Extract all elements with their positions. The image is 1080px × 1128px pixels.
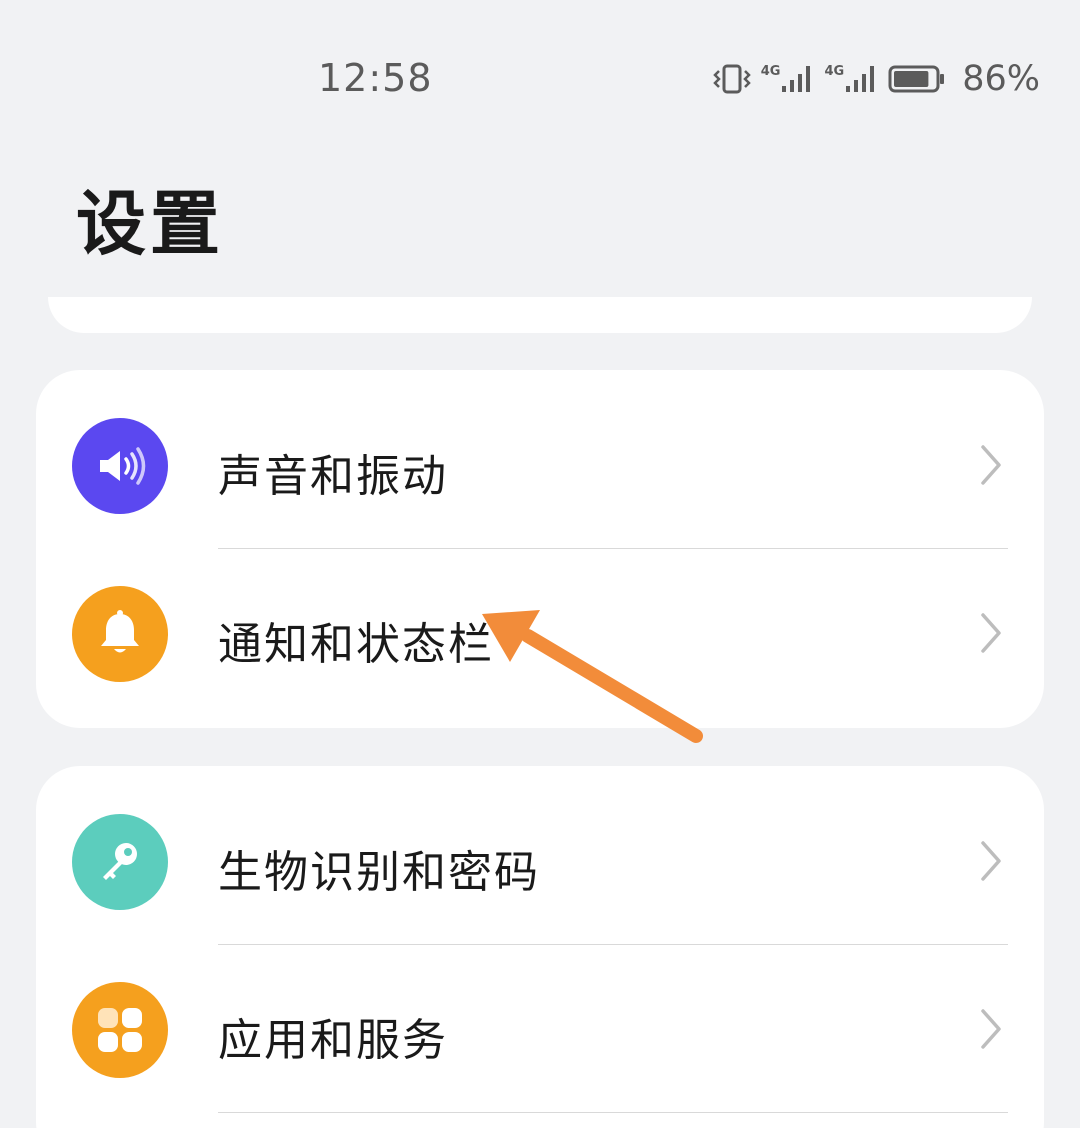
chevron-right-icon — [981, 841, 1001, 881]
chevron-right-icon — [981, 1009, 1001, 1049]
signal-2-icon — [846, 66, 875, 92]
divider — [218, 944, 1008, 945]
settings-item-sound[interactable]: 声音和振动 — [36, 382, 1044, 550]
biometrics-label: 生物识别和密码 — [218, 847, 540, 898]
status-bar: 12:58 4G 4G 86% — [0, 0, 1080, 150]
battery-percent: 86% — [962, 59, 1040, 99]
signal-2-group: 4G — [824, 64, 878, 94]
chevron-right-icon — [981, 613, 1001, 653]
battery-icon — [888, 65, 945, 93]
network-type-2: 4G — [824, 64, 845, 79]
settings-screen: 12:58 4G 4G 86% 设置 声音和振动 通知和状态栏 生物识别和密码 … — [0, 0, 1080, 1128]
settings-item-apps[interactable]: 应用和服务 — [36, 946, 1044, 1114]
search-bar[interactable] — [48, 297, 1032, 333]
notifications-label: 通知和状态栏 — [218, 619, 494, 670]
bell-icon — [72, 586, 168, 682]
settings-item-notifications[interactable]: 通知和状态栏 — [36, 550, 1044, 718]
network-type-1: 4G — [760, 64, 781, 79]
divider — [218, 548, 1008, 549]
settings-item-biometrics[interactable]: 生物识别和密码 — [36, 778, 1044, 946]
settings-group-1: 声音和振动 通知和状态栏 — [36, 370, 1044, 728]
status-time: 12:58 — [318, 56, 433, 100]
divider — [218, 1112, 1008, 1113]
key-icon — [72, 814, 168, 910]
speaker-icon — [72, 418, 168, 514]
page-title: 设置 — [76, 183, 224, 265]
sound-label: 声音和振动 — [218, 451, 448, 502]
chevron-right-icon — [981, 445, 1001, 485]
vibrate-icon — [712, 64, 751, 94]
status-icons: 4G 4G 86% — [712, 58, 1040, 100]
apps-label: 应用和服务 — [218, 1015, 448, 1066]
settings-group-2: 生物识别和密码 应用和服务 — [36, 766, 1044, 1128]
apps-grid-icon — [72, 982, 168, 1078]
signal-1-group: 4G — [761, 64, 815, 94]
signal-1-icon — [782, 66, 811, 92]
